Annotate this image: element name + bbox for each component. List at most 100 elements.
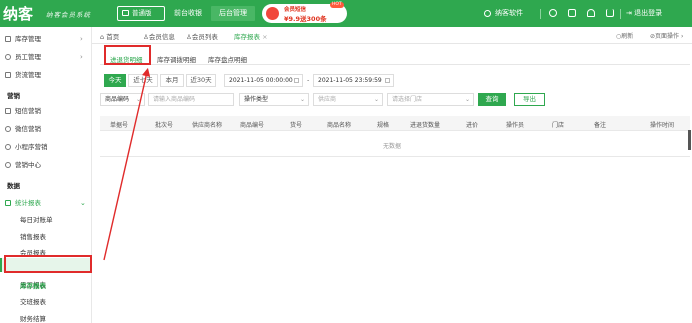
sidebar: 库存管理 › 员工管理 › 货流管理 营销 短信营销 微信营销 小程序营销 营销… [0,27,92,323]
product-code-select[interactable]: 商品编码 ⌄ [100,93,145,106]
wechat-icon [5,126,11,132]
stats-chart-icon [5,200,11,206]
date-separator: - [307,76,310,84]
sidebar-item-staff[interactable]: 员工管理 › [0,48,92,66]
logout-button[interactable]: ⇥ 退出登录 [626,0,662,27]
chevron-right-icon: › [80,53,83,61]
brand-logo[interactable]: 纳客 [3,3,33,24]
sidebar-item-marketing-center[interactable]: 营销中心 [0,156,92,174]
date-last7-button[interactable]: 近七天 [128,74,158,87]
calendar-icon [385,78,390,83]
refresh-label: 刷新 [621,33,634,40]
sidebar-subitem-finance[interactable]: 财务结算 [20,313,46,323]
promo-price: ¥9.9送300条 [284,15,327,23]
sms-icon [5,108,11,114]
top-bar: 纳客 纳客会员系统 普通版 前台收银 后台管理 会员短信 ¥9.9送300条 H… [0,0,692,27]
user-account[interactable]: 纳客软件 [484,0,523,27]
column-header: 操作员 [506,122,525,129]
column-header: 供应商名称 [192,122,223,129]
marketing-center-icon [5,162,11,168]
sidebar-item-sms[interactable]: 短信营销 [0,102,92,120]
chevron-down-icon: ⌄ [80,199,86,207]
subtab-transfer-detail[interactable]: 库存调拨明细 [157,54,196,64]
input-placeholder: 请输入商品编码 [153,96,196,103]
refresh-button[interactable]: ○刷新 [616,31,633,40]
user-icon [484,9,491,17]
select-value: 操作类型 [244,96,269,103]
sidebar-item-stats[interactable]: 统计报表 ⌄ [0,194,92,212]
sidebar-item-goods-flow[interactable]: 货流管理 [0,66,92,84]
staff-icon [5,54,11,60]
inventory-icon [5,36,11,42]
goods-flow-icon [5,72,11,78]
lock-icon[interactable] [568,9,576,17]
tab-stock-report[interactable]: 库存报表 × [234,31,268,41]
sidebar-item-label: 货流管理 [15,71,41,79]
sidebar-section-data: 数据 [7,182,20,190]
logout-label: 退出登录 [634,9,663,17]
select-value: 商品编码 [105,96,130,103]
column-header: 货号 [290,122,303,129]
tab-label: 会员信息 [148,33,175,41]
chevron-down-icon: ⌄ [299,96,305,103]
tab-member-info[interactable]: ♙会员信息 [143,31,175,41]
sidebar-active-indicator [0,258,2,272]
column-header: 规格 [377,122,390,129]
brand-slogan: 纳客会员系统 [46,11,91,19]
nav-front-cashier[interactable]: 前台收银 [166,6,210,21]
store-select[interactable]: 请选择门店 ⌄ [387,93,474,106]
column-header: 单据号 [110,122,129,129]
export-button[interactable]: 导出 [514,93,545,106]
sidebar-item-label: 员工管理 [15,53,41,61]
page-ops-button[interactable]: ⊘页面操作 › [650,31,683,40]
start-date-value: 2021-11-05 00:00:00 [229,77,293,84]
end-date-input[interactable]: 2021-11-05 23:59:59 [313,74,394,87]
search-button[interactable]: 查询 [478,93,506,106]
member-card-icon [122,10,129,16]
sidebar-subitem-daily[interactable]: 每日对账单 [20,214,53,224]
date-month-button[interactable]: 本月 [160,74,184,87]
column-header: 操作时间 [650,122,675,129]
bell-icon[interactable] [587,9,595,17]
tab-label: 会员列表 [191,33,218,41]
supplier-select[interactable]: 供应商 ⌄ [313,93,383,106]
column-header: 商品名称 [327,122,352,129]
tab-label: 库存报表 [234,33,260,41]
date-last30-button[interactable]: 近30天 [186,74,216,87]
sidebar-subitem-sales[interactable]: 销售报表 [20,231,46,241]
logout-icon: ⇥ [626,9,635,17]
table-header: 单据号 批次号 供应商名称 商品编号 货号 商品名称 规格 进退货数量 进价 操… [100,116,690,131]
column-header: 备注 [594,122,607,129]
divider [540,9,541,19]
product-code-input[interactable]: 请输入商品编码 [148,93,234,106]
sidebar-item-label: 统计报表 [15,199,41,207]
close-icon[interactable]: × [262,33,267,41]
chevron-down-icon: ⌄ [373,96,379,103]
sidebar-item-label: 短信营销 [15,107,41,115]
start-date-input[interactable]: 2021-11-05 00:00:00 [224,74,303,87]
tab-home[interactable]: ⌂ 首页 [100,31,119,41]
download-icon[interactable] [606,9,614,17]
page-ops-label: 页面操作 [655,33,680,40]
nav-back-management[interactable]: 后台管理 [211,6,255,21]
sidebar-section-marketing: 营销 [7,92,20,100]
empty-state-text: 无数据 [383,143,402,150]
sidebar-subitem-stock-report[interactable]: 库存报表 [20,280,46,290]
sidebar-item-inventory[interactable]: 库存管理 › [0,30,92,48]
edition-label: 普通版 [132,9,152,17]
chevron-right-icon: › [80,35,83,43]
highlight-box-subtab [104,45,151,65]
scrollbar[interactable] [688,130,691,150]
date-today-button[interactable]: 今天 [104,74,126,87]
help-icon[interactable] [549,9,557,17]
tab-member-list[interactable]: ♙会员列表 [186,31,218,41]
edition-button[interactable]: 普通版 [117,6,165,21]
chevron-down-icon: ⌄ [135,96,141,103]
sidebar-subitem-shift[interactable]: 交班报表 [20,296,46,306]
sidebar-item-label: 营销中心 [15,161,41,169]
sidebar-item-wechat[interactable]: 微信营销 [0,120,92,138]
op-type-select[interactable]: 操作类型 ⌄ [239,93,309,106]
chevron-down-icon: ⌄ [464,96,470,103]
subtab-stocktake-detail[interactable]: 库存盘点明细 [208,54,247,64]
sidebar-item-miniprogram[interactable]: 小程序营销 [0,138,92,156]
